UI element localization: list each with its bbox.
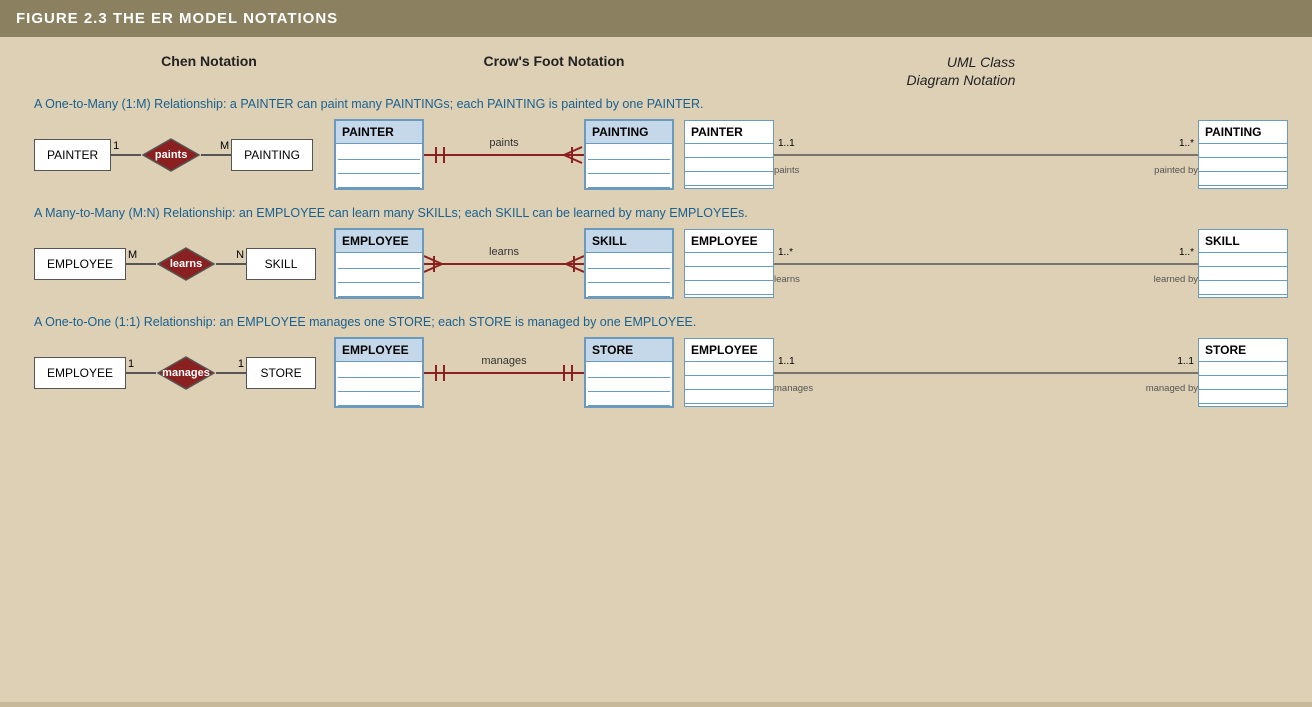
uml-left-rel-3: manages — [774, 383, 813, 394]
chen-right-label-1: M — [220, 140, 229, 152]
chen-diamond-manages: manages — [156, 355, 216, 391]
cf-connector-2: learns — [424, 244, 584, 284]
column-headers: Chen Notation Crow's Foot Notation UML C… — [24, 53, 1288, 89]
section-1-desc: A One-to-Many (1:M) Relationship: a PAIN… — [34, 97, 1288, 111]
section-2-desc: A Many-to-Many (M:N) Relationship: an EM… — [34, 206, 1288, 220]
cf-label-3: manages — [481, 355, 526, 367]
chen-rel-label-2: learns — [170, 258, 202, 270]
chen-entity-store: STORE — [246, 357, 316, 389]
crows-many-to-many: EMPLOYEE — [334, 228, 674, 299]
chen-1-to-many: PAINTER 1 paints M PAINTING — [34, 137, 324, 173]
figure-header: FIGURE 2.3 THE ER MODEL NOTATIONS — [0, 0, 1312, 37]
uml-connector-2: 1..* 1..* learns learned by — [774, 239, 1198, 289]
chen-right-label-2: N — [236, 249, 244, 261]
chen-entity-painter: PAINTER — [34, 139, 111, 171]
main-content: Chen Notation Crow's Foot Notation UML C… — [0, 37, 1312, 702]
uml-connector-3: 1..1 1..1 manages managed by — [774, 348, 1198, 398]
cf-entity-employee-2: EMPLOYEE — [334, 228, 424, 299]
chen-entity-employee-2: EMPLOYEE — [34, 248, 126, 280]
uml-left-mult-3: 1..1 — [778, 356, 795, 367]
chen-diamond-learns: learns — [156, 246, 216, 282]
section-2-diagrams: EMPLOYEE M learns N SKILL — [34, 228, 1288, 299]
chen-rel-label-1: paints — [155, 149, 187, 161]
uml-1-to-many: PAINTER 1..1 1..* paints painte — [684, 120, 1288, 189]
uml-entity-employee-3: EMPLOYEE — [684, 338, 774, 407]
uml-many-to-many: EMPLOYEE 1..* 1..* learns learn — [684, 229, 1288, 298]
section-3-desc: A One-to-One (1:1) Relationship: an EMPL… — [34, 315, 1288, 329]
chen-entity-skill: SKILL — [246, 248, 316, 280]
cf-label-2: learns — [489, 246, 519, 258]
chen-one-to-one: EMPLOYEE 1 manages 1 STORE — [34, 355, 324, 391]
uml-left-mult-2: 1..* — [778, 247, 793, 258]
uml-entity-store: STORE — [1198, 338, 1288, 407]
chen-entity-painting: PAINTING — [231, 139, 313, 171]
cf-entity-store: STORE — [584, 337, 674, 408]
chen-left-label-2: M — [128, 249, 137, 261]
uml-entity-employee-2: EMPLOYEE — [684, 229, 774, 298]
uml-right-rel-3: managed by — [1146, 383, 1198, 394]
section-one-to-many: A One-to-Many (1:M) Relationship: a PAIN… — [24, 97, 1288, 190]
crows-one-to-one: EMPLOYEE — [334, 337, 674, 408]
section-1-diagrams: PAINTER 1 paints M PAINTING — [34, 119, 1288, 190]
uml-left-mult-1: 1..1 — [778, 138, 795, 149]
uml-right-mult-2: 1..* — [1179, 247, 1194, 258]
uml-right-rel-2: learned by — [1154, 274, 1198, 285]
chen-many-to-many: EMPLOYEE M learns N SKILL — [34, 246, 324, 282]
uml-right-mult-3: 1..1 — [1177, 356, 1194, 367]
chen-diamond-paints-1: paints — [141, 137, 201, 173]
uml-entity-skill: SKILL — [1198, 229, 1288, 298]
header-title: FIGURE 2.3 THE ER MODEL NOTATIONS — [16, 10, 338, 27]
cf-entity-employee-3: EMPLOYEE — [334, 337, 424, 408]
cf-label-1: paints — [489, 137, 518, 149]
uml-left-rel-1: paints — [774, 165, 799, 176]
chen-right-label-3: 1 — [238, 358, 244, 370]
uml-entity-painting: PAINTING — [1198, 120, 1288, 189]
uml-connector-1: 1..1 1..* paints painted by — [774, 130, 1198, 180]
section-3-diagrams: EMPLOYEE 1 manages 1 STORE — [34, 337, 1288, 408]
chen-left-label-3: 1 — [128, 358, 134, 370]
cf-connector-3: manages — [424, 353, 584, 393]
section-many-to-many: A Many-to-Many (M:N) Relationship: an EM… — [24, 206, 1288, 299]
uml-header: UML ClassDiagram Notation — [907, 54, 1016, 88]
cf-connector-1: paints — [424, 135, 584, 175]
chen-entity-employee-3: EMPLOYEE — [34, 357, 126, 389]
cf-entity-painter: PAINTER — [334, 119, 424, 190]
uml-right-mult-1: 1..* — [1179, 138, 1194, 149]
chen-left-label-1: 1 — [113, 140, 119, 152]
cf-entity-skill: SKILL — [584, 228, 674, 299]
uml-entity-painter: PAINTER — [684, 120, 774, 189]
uml-left-rel-2: learns — [774, 274, 800, 285]
cf-entity-painting: PAINTING — [584, 119, 674, 190]
crows-1-to-many: PAINTER — [334, 119, 674, 190]
crows-header: Crow's Foot Notation — [484, 53, 625, 69]
uml-one-to-one: EMPLOYEE 1..1 1..1 manages mana — [684, 338, 1288, 407]
chen-header: Chen Notation — [161, 53, 257, 69]
uml-right-rel-1: painted by — [1154, 165, 1198, 176]
section-one-to-one: A One-to-One (1:1) Relationship: an EMPL… — [24, 315, 1288, 408]
chen-rel-label-3: manages — [162, 367, 210, 379]
